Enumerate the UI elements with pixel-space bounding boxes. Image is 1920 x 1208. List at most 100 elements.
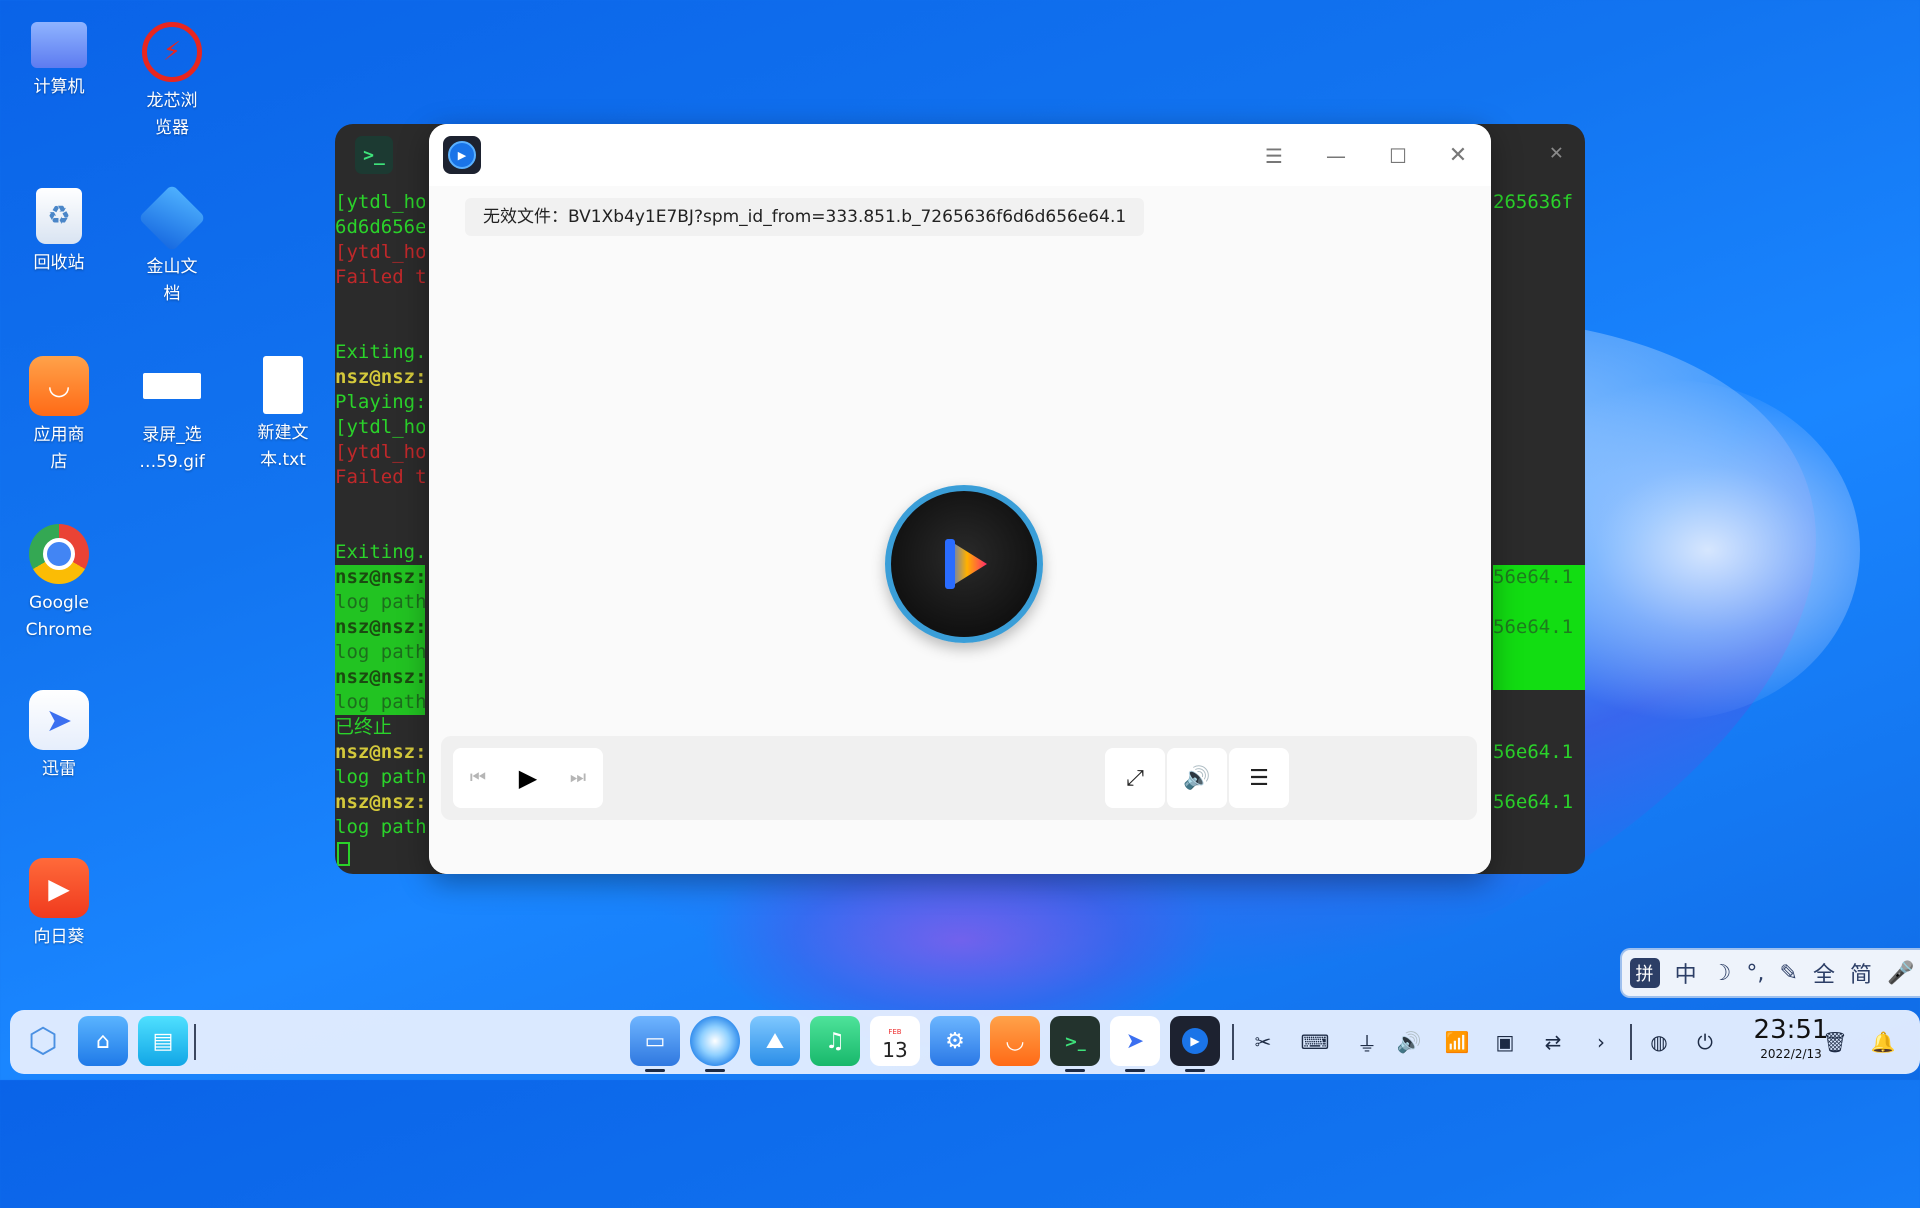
usb-icon[interactable]: ⏚ [1348, 1023, 1386, 1061]
trash-icon: ♻ [36, 188, 82, 244]
desktop-icon-txt[interactable]: 新建文 本.txt [228, 356, 338, 474]
desktop-icon-gif[interactable]: 录屏_选 …59.gif [117, 356, 227, 476]
previous-icon[interactable]: ⏮ [453, 748, 503, 808]
playback-buttons-group: ⏮ ▶ ⏭ [453, 748, 603, 808]
volume-icon[interactable]: 🔊 [1390, 1023, 1428, 1061]
big-play-button[interactable] [885, 485, 1043, 643]
desktop-icon-browser[interactable]: ⚡ 龙芯浏 览器 [117, 22, 227, 142]
close-icon[interactable]: ✕ [1550, 140, 1563, 165]
terminal-line: Failed t [335, 466, 425, 488]
taskbar-dock: ⬡ ⌂ ▤ ▭ ⛰ ♫ FEB 13 ⚙ ◡ >_ ➤ ▶ ✂ ⌨ ⏚ 🔊 📶 … [10, 1010, 1920, 1074]
settings-icon[interactable]: ⚙ [930, 1016, 980, 1066]
browser-icon[interactable] [690, 1016, 740, 1072]
menu-icon[interactable]: ☰ [1259, 142, 1289, 170]
terminal-line: nsz@nsz: [335, 565, 425, 590]
playlist-button[interactable]: ☰ [1229, 748, 1289, 808]
wifi-icon[interactable]: 📶 [1438, 1023, 1476, 1061]
maximize-icon[interactable]: ☐ [1383, 142, 1413, 170]
terminal-line: 265636f [1493, 191, 1574, 213]
dock-separator [194, 1024, 196, 1060]
desktop-icon-label: 录屏_选 …59.gif [139, 425, 205, 472]
launcher-icon[interactable]: ⬡ [18, 1016, 68, 1066]
trash-icon[interactable]: 🗑 [1816, 1023, 1854, 1061]
notification-icon[interactable]: 🔔 [1864, 1023, 1902, 1061]
terminal-line: 已终止 [335, 716, 393, 738]
terminal-line: nsz@nsz: [335, 615, 425, 640]
text-file-icon [263, 356, 303, 414]
terminal-line: 56e64.1 [1493, 741, 1574, 763]
desktop-icon-wps[interactable]: 金山文 档 [117, 184, 227, 308]
desktop-icon-label: Google Chrome [25, 593, 93, 640]
music-icon[interactable]: ♫ [810, 1016, 860, 1066]
terminal-line: Exiting. [335, 541, 425, 563]
playlist-icon: ☰ [1249, 765, 1269, 791]
terminal-line: log path [335, 766, 425, 788]
terminal-line: [ytdl_ho [335, 241, 425, 263]
desktop-icon-label: 龙芯浏 览器 [146, 91, 198, 138]
ime-simplified-toggle[interactable]: 简 [1850, 957, 1872, 989]
calendar-icon[interactable]: FEB 13 [870, 1016, 920, 1066]
file-manager-icon[interactable]: ▭ [630, 1016, 680, 1072]
desktop-icon-label: 新建文 本.txt [257, 423, 309, 470]
terminal-output-right: 265636f 56e64.1 56e64.1 56e64.1 56e64.1 [1493, 190, 1585, 840]
image-viewer-icon[interactable]: ⛰ [750, 1016, 800, 1066]
player-video-area[interactable]: 无效文件：BV1Xb4y1E7BJ?spm_id_from=333.851.b_… [429, 186, 1491, 874]
desktop-icon-trash[interactable]: ♻ 回收站 [4, 188, 114, 277]
desktop-icon-chrome[interactable]: Google Chrome [4, 524, 114, 644]
terminal-cursor [337, 840, 350, 871]
volume-icon: 🔊 [1183, 765, 1211, 791]
ime-handwriting-icon[interactable]: ✎ [1779, 961, 1797, 986]
ime-fullwidth-toggle[interactable]: 全 [1813, 957, 1835, 989]
display-icon[interactable]: ▣ [1486, 1023, 1524, 1061]
switch-icon[interactable]: ⇄ [1534, 1023, 1572, 1061]
dock-separator [1630, 1024, 1632, 1060]
app-store-icon: ◡ [29, 356, 89, 416]
terminal-line [1493, 640, 1585, 665]
play-icon[interactable]: ▶ [503, 748, 553, 808]
player-titlebar[interactable]: ▶ ☰ — ☐ ✕ [429, 124, 1491, 186]
expand-tray-icon[interactable]: › [1582, 1023, 1620, 1061]
keyboard-icon[interactable]: ⌨ [1296, 1023, 1334, 1061]
terminal-icon[interactable]: >_ [1050, 1016, 1100, 1072]
ime-pinyin-icon[interactable]: 拼 [1629, 958, 1660, 988]
screenshot-icon[interactable]: ✂ [1244, 1023, 1282, 1061]
xunlei-icon[interactable]: ➤ [1110, 1016, 1160, 1072]
play-logo-icon [945, 539, 987, 589]
desktop-icon-computer[interactable]: 计算机 [4, 22, 114, 101]
next-icon[interactable]: ⏭ [553, 748, 603, 808]
network-status-icon[interactable]: ◍ [1640, 1023, 1678, 1061]
ime-moon-icon[interactable]: ☽ [1712, 961, 1732, 986]
terminal-line: Failed t [335, 266, 425, 288]
ime-punctuation-icon[interactable]: °, [1746, 961, 1764, 986]
input-method-bar[interactable]: 拼 中 ☽ °, ✎ 全 简 🎤 [1620, 948, 1920, 998]
multitask-icon[interactable]: ▤ [138, 1016, 188, 1066]
dock-separator [1232, 1024, 1234, 1060]
close-icon[interactable]: ✕ [1443, 142, 1473, 170]
desktop-icon-label: 迅雷 [42, 759, 76, 779]
terminal-line: log path [335, 590, 425, 615]
ime-voice-icon[interactable]: 🎤 [1887, 961, 1914, 986]
desktop-icon-appstore[interactable]: ◡ 应用商 店 [4, 356, 114, 476]
minimize-icon[interactable]: — [1321, 142, 1351, 170]
desktop-icon-label: 金山文 档 [146, 257, 198, 304]
desktop-icon-xunlei[interactable]: ➤ 迅雷 [4, 690, 114, 783]
app-store-icon[interactable]: ◡ [990, 1016, 1040, 1066]
power-icon[interactable]: ⏻ [1686, 1023, 1724, 1061]
playback-control-bar: ⏮ ▶ ⏭ ⤢ 🔊 ☰ [441, 736, 1477, 820]
wps-docs-icon [138, 184, 206, 252]
volume-button[interactable]: 🔊 [1167, 748, 1227, 808]
movie-player-window[interactable]: ▶ ☰ — ☐ ✕ 无效文件：BV1Xb4y1E7BJ?spm_id_from=… [429, 124, 1491, 874]
desktop-icon-sunlogin[interactable]: ▶ 向日葵 [4, 858, 114, 951]
fullscreen-button[interactable]: ⤢ [1105, 748, 1165, 808]
movie-player-icon[interactable]: ▶ [1170, 1016, 1220, 1072]
home-folder-icon[interactable]: ⌂ [78, 1016, 128, 1066]
ime-chinese-mode[interactable]: 中 [1675, 957, 1697, 989]
